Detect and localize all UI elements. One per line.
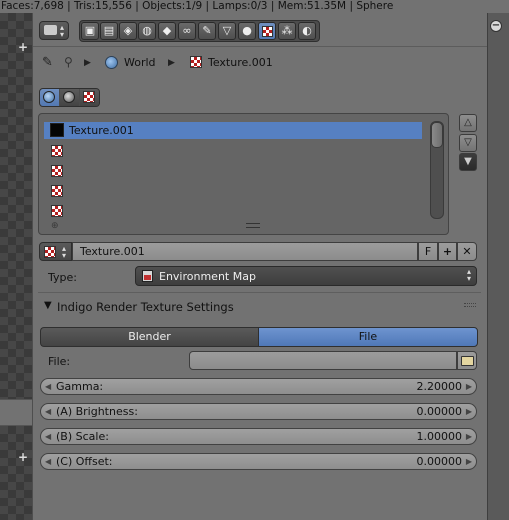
updown-icon: ▴ ▾ bbox=[467, 267, 472, 283]
unlink-icon[interactable]: ✕ bbox=[457, 242, 477, 261]
brightness-label: (A) Brightness: bbox=[56, 405, 138, 418]
folder-icon bbox=[461, 356, 474, 366]
list-filter-icon[interactable]: ⊕ bbox=[51, 221, 59, 231]
offset-label: (C) Offset: bbox=[56, 455, 113, 468]
world-context-button[interactable] bbox=[40, 89, 59, 106]
updown-icon: ▴ ▾ bbox=[62, 244, 67, 260]
new-texture-button[interactable]: + bbox=[438, 242, 457, 261]
file-label: File: bbox=[48, 355, 71, 368]
scale-label: (B) Scale: bbox=[56, 430, 109, 443]
brightness-value: 0.00000 bbox=[416, 405, 463, 418]
texture-icon bbox=[44, 246, 56, 258]
constraints-icon[interactable]: ∞ bbox=[178, 22, 196, 40]
updown-icon: ▴ ▾ bbox=[60, 23, 65, 39]
texture-slot-icon[interactable] bbox=[51, 185, 63, 197]
decrement-arrow-icon[interactable]: ◀ bbox=[45, 429, 51, 444]
editor-type-button[interactable]: ▴ ▾ bbox=[39, 21, 69, 40]
modifiers-icon[interactable]: ✎ bbox=[198, 22, 216, 40]
increment-arrow-icon[interactable]: ▶ bbox=[466, 404, 472, 419]
type-dropdown[interactable]: Environment Map ▴ ▾ bbox=[135, 266, 477, 286]
increment-arrow-icon[interactable]: ▶ bbox=[466, 379, 472, 394]
offset-field[interactable]: ◀ (C) Offset: 0.00000 ▶ bbox=[40, 453, 477, 470]
specials-menu-button[interactable]: ▼ bbox=[459, 153, 477, 171]
pin-icon[interactable]: ✎ bbox=[42, 55, 53, 70]
decrement-arrow-icon[interactable]: ◀ bbox=[45, 404, 51, 419]
scale-field[interactable]: ◀ (B) Scale: 1.00000 ▶ bbox=[40, 428, 477, 445]
increment-arrow-icon[interactable]: ▶ bbox=[466, 429, 472, 444]
material-icon bbox=[63, 91, 75, 103]
offset-value: 0.00000 bbox=[416, 455, 463, 468]
collapse-triangle-icon: ▼ bbox=[44, 300, 52, 311]
texture-icon bbox=[190, 56, 202, 68]
status-bar: Faces:7,698 | Tris:15,556 | Objects:1/9 … bbox=[0, 0, 509, 13]
texture-checker-icon bbox=[262, 26, 273, 37]
increment-arrow-icon[interactable]: ▶ bbox=[466, 454, 472, 469]
type-label: Type: bbox=[48, 271, 77, 284]
environment-map-icon bbox=[142, 270, 153, 282]
render-layers-icon[interactable]: ▤ bbox=[100, 22, 118, 40]
breadcrumb-world: World bbox=[124, 56, 156, 69]
source-file-button[interactable]: File bbox=[258, 327, 478, 347]
add-icon[interactable]: + bbox=[17, 41, 29, 53]
world-icon[interactable]: ◍ bbox=[138, 22, 156, 40]
viewport-area[interactable] bbox=[0, 13, 32, 399]
type-value: Environment Map bbox=[159, 270, 256, 283]
list-resize-handle[interactable] bbox=[246, 223, 260, 228]
scale-value: 1.00000 bbox=[416, 430, 463, 443]
texture-name-value: Texture.001 bbox=[80, 245, 145, 258]
decrement-arrow-icon[interactable]: ◀ bbox=[45, 379, 51, 394]
physics-icon[interactable]: ◐ bbox=[298, 22, 316, 40]
breadcrumb-texture: Texture.001 bbox=[208, 56, 273, 69]
list-item-label: Texture.001 bbox=[69, 124, 134, 137]
texture-icon bbox=[83, 91, 95, 103]
texture-context-icon[interactable]: ⚲ bbox=[64, 55, 73, 69]
right-region bbox=[487, 13, 509, 520]
gamma-label: Gamma: bbox=[56, 380, 104, 393]
move-up-button[interactable]: △ bbox=[459, 114, 477, 132]
gamma-value: 2.20000 bbox=[416, 380, 463, 393]
world-icon bbox=[43, 91, 55, 103]
particles-icon[interactable]: ⁂ bbox=[278, 22, 296, 40]
move-down-button[interactable]: ▽ bbox=[459, 134, 477, 152]
breadcrumb-arrow-icon: ▶ bbox=[168, 58, 175, 68]
viewport-splitter[interactable] bbox=[0, 399, 32, 426]
texture-icon[interactable] bbox=[258, 22, 276, 40]
gamma-field[interactable]: ◀ Gamma: 2.20000 ▶ bbox=[40, 378, 477, 395]
texture-slot-icon[interactable] bbox=[51, 205, 63, 217]
list-scroll-thumb[interactable] bbox=[431, 122, 443, 148]
properties-editor-icon bbox=[44, 25, 57, 35]
panel-title: Indigo Render Texture Settings bbox=[57, 300, 234, 314]
environment-map-icon-fill bbox=[144, 275, 151, 280]
panel-header[interactable]: ▼ Indigo Render Texture Settings bbox=[38, 298, 481, 316]
fake-user-button[interactable]: F bbox=[418, 242, 438, 261]
scene-icon[interactable]: ◈ bbox=[119, 22, 137, 40]
texture-slot-icon[interactable] bbox=[51, 145, 63, 157]
brightness-field[interactable]: ◀ (A) Brightness: 0.00000 ▶ bbox=[40, 403, 477, 420]
texture-slot-icon[interactable] bbox=[51, 165, 63, 177]
texture-name-field[interactable]: Texture.001 bbox=[72, 242, 418, 261]
file-browse-button[interactable] bbox=[457, 351, 477, 370]
material-context-button[interactable] bbox=[60, 89, 79, 106]
texture-slot-icon bbox=[50, 123, 64, 137]
other-context-button[interactable] bbox=[80, 89, 99, 106]
texture-browse-button[interactable]: ▴ ▾ bbox=[39, 242, 72, 261]
file-path-input[interactable] bbox=[189, 351, 457, 370]
source-blender-button[interactable]: Blender bbox=[40, 327, 258, 347]
world-icon bbox=[105, 56, 118, 69]
render-icon[interactable]: ▣ bbox=[81, 22, 99, 40]
viewport-area-bottom[interactable] bbox=[0, 426, 32, 520]
divider bbox=[38, 292, 481, 293]
material-icon[interactable]: ● bbox=[238, 22, 256, 40]
collapse-icon[interactable]: − bbox=[490, 20, 502, 32]
drag-handle-icon[interactable] bbox=[464, 303, 476, 307]
object-icon[interactable]: ◆ bbox=[158, 22, 176, 40]
decrement-arrow-icon[interactable]: ◀ bbox=[45, 454, 51, 469]
data-icon[interactable]: ▽ bbox=[218, 22, 236, 40]
add-icon[interactable]: + bbox=[17, 451, 29, 463]
breadcrumb-arrow-icon: ▶ bbox=[84, 58, 91, 68]
